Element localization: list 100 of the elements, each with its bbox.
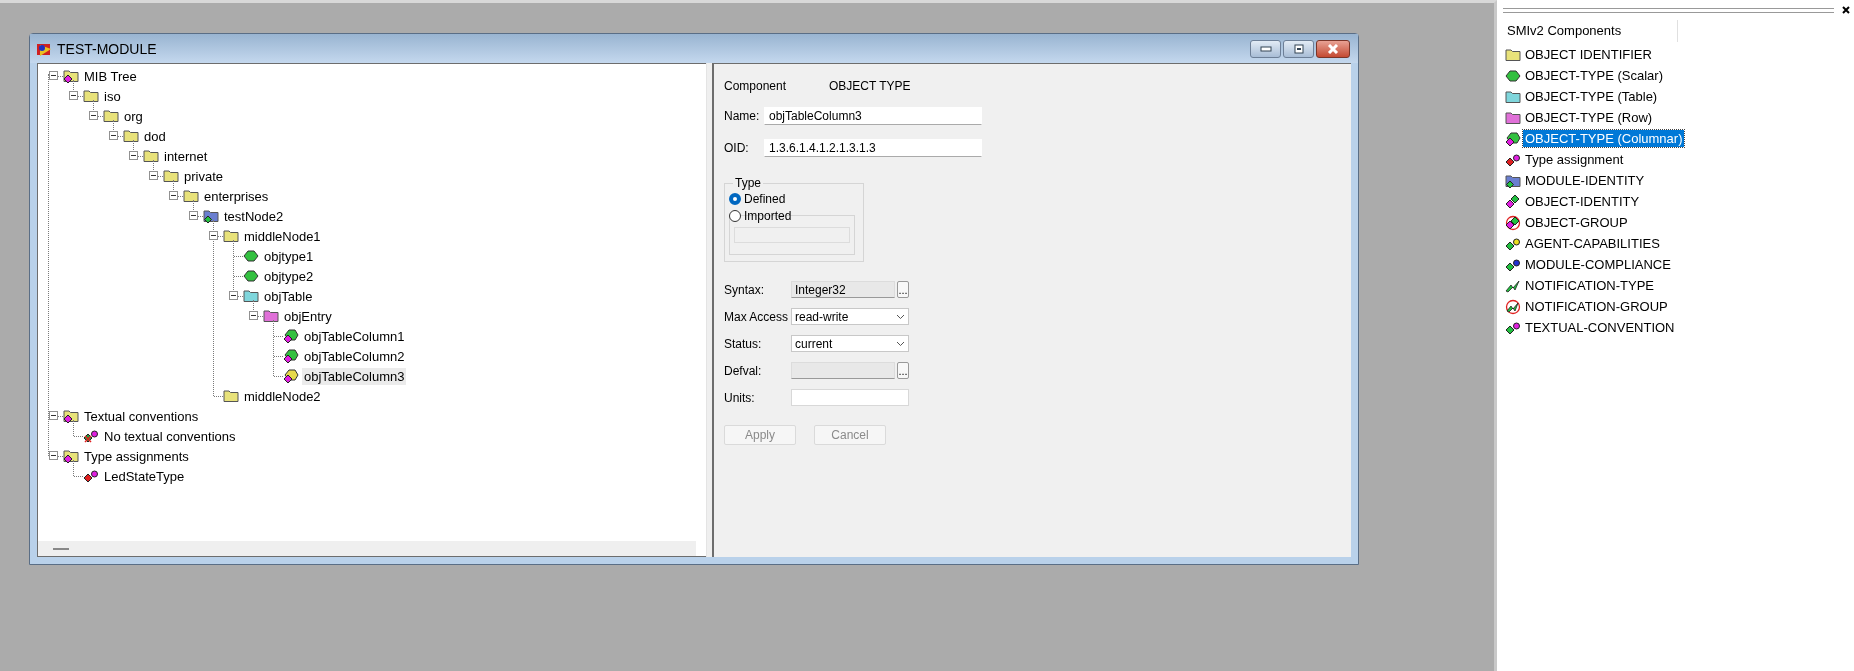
component-item[interactable]: OBJECT-IDENTITY xyxy=(1523,193,1642,210)
field-label: Defval: xyxy=(724,363,763,378)
collapse-toggle[interactable] xyxy=(229,291,238,300)
group-title: Type xyxy=(734,176,762,190)
window-title: TEST-MODULE xyxy=(57,40,158,57)
folder-icon xyxy=(223,228,239,244)
field-label: Status: xyxy=(724,336,763,351)
diamond-ball-icon xyxy=(1505,151,1521,168)
folder-icon xyxy=(263,308,279,324)
component-item[interactable]: OBJECT-TYPE (Columnar) xyxy=(1523,130,1685,147)
leaf-diamond-icon xyxy=(1505,130,1521,147)
dropdown[interactable]: current xyxy=(791,335,909,352)
text-field[interactable]: objTableColumn3 xyxy=(764,107,982,125)
tree-item[interactable]: org xyxy=(122,107,145,125)
maximize-button[interactable] xyxy=(1283,39,1314,58)
tree-item[interactable]: objTableColumn2 xyxy=(302,347,407,365)
collapse-toggle[interactable] xyxy=(129,151,138,160)
field-label: OID: xyxy=(724,141,750,155)
folder-icon xyxy=(163,168,179,184)
tree-item[interactable]: objEntry xyxy=(282,307,334,325)
component-item[interactable]: MODULE-IDENTITY xyxy=(1523,172,1647,189)
folder-icon xyxy=(103,108,119,124)
text-field[interactable] xyxy=(791,389,909,406)
minimize-icon xyxy=(1258,44,1273,53)
component-item[interactable]: OBJECT-TYPE (Scalar) xyxy=(1523,67,1665,84)
splitter[interactable] xyxy=(706,63,714,557)
collapse-toggle[interactable] xyxy=(49,71,58,80)
tree-item[interactable]: Textual conventions xyxy=(82,407,201,425)
column-header[interactable]: SMIv2 Components xyxy=(1497,20,1678,42)
close-icon[interactable] xyxy=(1842,6,1850,14)
text-field[interactable]: 1.3.6.1.4.1.2.1.3.1.3 xyxy=(764,139,982,157)
component-item[interactable]: OBJECT-GROUP xyxy=(1523,214,1630,231)
folder-icon xyxy=(1505,46,1521,63)
tree-item[interactable]: objTableColumn3 xyxy=(302,367,407,385)
field-label: Max Access xyxy=(724,309,790,324)
component-label: Component xyxy=(724,79,788,93)
tree-item[interactable]: objtype1 xyxy=(262,247,316,265)
tree-item[interactable]: middleNode1 xyxy=(242,227,323,245)
tree-item[interactable]: Type assignments xyxy=(82,447,191,465)
scrollbar[interactable] xyxy=(38,541,696,556)
component-item[interactable]: MODULE-COMPLIANCE xyxy=(1523,256,1673,273)
tree-item[interactable]: private xyxy=(182,167,226,185)
folder-icon xyxy=(223,388,239,404)
component-item[interactable]: AGENT-CAPABILITIES xyxy=(1523,235,1662,252)
collapse-toggle[interactable] xyxy=(149,171,158,180)
diamond-ball-icon xyxy=(83,468,99,484)
component-item[interactable]: NOTIFICATION-TYPE xyxy=(1523,277,1657,294)
radio-label: Imported xyxy=(744,208,792,223)
folder-icon xyxy=(83,88,99,104)
radio-button[interactable] xyxy=(729,209,741,222)
tree-item[interactable]: enterprises xyxy=(202,187,271,205)
collapse-toggle[interactable] xyxy=(69,91,78,100)
radio-label: Defined xyxy=(744,191,786,206)
diamond-ball-icon xyxy=(1505,235,1521,252)
tree-item[interactable]: LedStateType xyxy=(102,467,187,485)
dropdown[interactable]: read-write xyxy=(791,308,909,325)
tree-item[interactable]: No textual conventions xyxy=(102,427,238,445)
tree-item[interactable]: middleNode2 xyxy=(242,387,323,405)
chevron-down-icon xyxy=(896,313,905,320)
field-label: Name: xyxy=(724,109,761,123)
component-item[interactable]: OBJECT-TYPE (Table) xyxy=(1523,88,1660,105)
collapse-toggle[interactable] xyxy=(169,191,178,200)
collapse-toggle[interactable] xyxy=(249,311,258,320)
leaf-icon xyxy=(1505,67,1521,84)
collapse-toggle[interactable] xyxy=(49,411,58,420)
radio-button[interactable] xyxy=(729,192,741,205)
tree-item[interactable]: MIB Tree xyxy=(82,67,139,85)
component-item[interactable]: TEXTUAL-CONVENTION xyxy=(1523,319,1677,336)
folder-diamond-icon xyxy=(63,408,79,424)
diamond-pair-icon xyxy=(1505,193,1521,210)
component-item[interactable]: OBJECT IDENTIFIER xyxy=(1523,46,1654,63)
field-label: Units: xyxy=(724,390,756,405)
tree-item[interactable]: objTableColumn1 xyxy=(302,327,407,345)
tree-item[interactable]: internet xyxy=(162,147,210,165)
folder-icon xyxy=(243,288,259,304)
tree-item[interactable]: iso xyxy=(102,87,123,105)
tree-item[interactable]: dod xyxy=(142,127,168,145)
diamond-ball-icon xyxy=(1505,256,1521,273)
close-button[interactable] xyxy=(1316,39,1350,58)
component-item[interactable]: Type assignment xyxy=(1523,151,1626,168)
drag-grip[interactable] xyxy=(1503,7,1834,13)
diamond-ball-icon xyxy=(1505,319,1521,336)
field-label: Syntax: xyxy=(724,282,766,297)
component-value: OBJECT TYPE xyxy=(829,79,911,93)
folder-icon xyxy=(123,128,139,144)
folder-icon xyxy=(143,148,159,164)
component-item[interactable]: OBJECT-TYPE (Row) xyxy=(1523,109,1655,126)
minimize-button[interactable] xyxy=(1250,39,1281,58)
collapse-toggle[interactable] xyxy=(209,231,218,240)
tree-item[interactable]: testNode2 xyxy=(222,207,286,225)
tree-item[interactable]: objtype2 xyxy=(262,267,316,285)
leaf-diamond-icon xyxy=(283,348,299,364)
collapse-toggle[interactable] xyxy=(49,451,58,460)
leaf-icon xyxy=(243,248,259,264)
collapse-toggle[interactable] xyxy=(89,111,98,120)
tree-item[interactable]: objTable xyxy=(262,287,315,305)
collapse-toggle[interactable] xyxy=(189,211,198,220)
component-item[interactable]: NOTIFICATION-GROUP xyxy=(1523,298,1670,315)
collapse-toggle[interactable] xyxy=(109,131,118,140)
folder-icon xyxy=(1505,109,1521,126)
